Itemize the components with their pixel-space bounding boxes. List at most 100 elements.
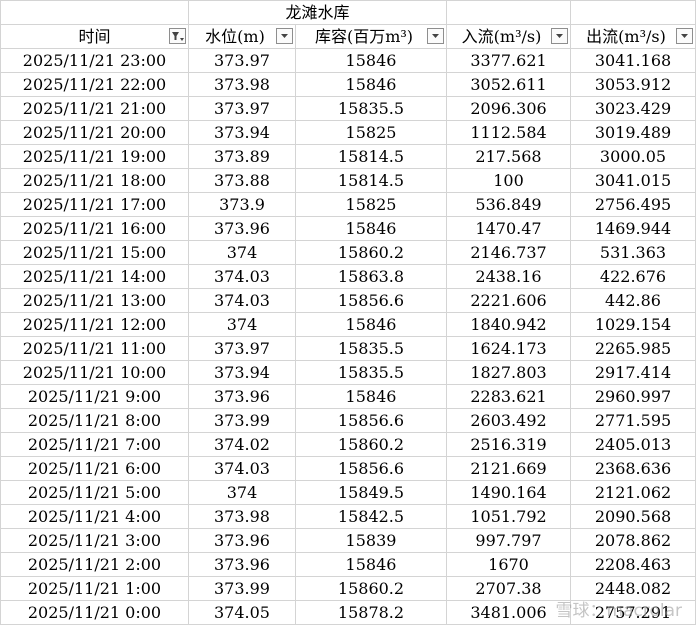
cell-outflow[interactable]: 422.676	[570, 264, 696, 289]
cell-outflow[interactable]: 1029.154	[570, 312, 696, 337]
cell-storage[interactable]: 15860.2	[295, 576, 447, 601]
cell-inflow[interactable]: 217.568	[446, 144, 571, 169]
cell-time[interactable]: 2025/11/21 17:00	[0, 192, 189, 217]
cell-water-level[interactable]: 374.03	[188, 264, 296, 289]
cell-water-level[interactable]: 374.03	[188, 456, 296, 481]
cell-storage[interactable]: 15863.8	[295, 264, 447, 289]
cell-time[interactable]: 2025/11/21 6:00	[0, 456, 189, 481]
cell-time[interactable]: 2025/11/21 13:00	[0, 288, 189, 313]
cell-water-level[interactable]: 374	[188, 312, 296, 337]
dropdown-arrow-icon[interactable]	[676, 28, 693, 44]
header-outflow[interactable]: 出流(m³/s)	[570, 24, 696, 49]
cell-outflow[interactable]: 2090.568	[570, 504, 696, 529]
cell-time[interactable]: 2025/11/21 5:00	[0, 480, 189, 505]
cell-storage[interactable]: 15878.2	[295, 600, 447, 625]
cell-outflow[interactable]: 2960.997	[570, 384, 696, 409]
cell-time[interactable]: 2025/11/21 8:00	[0, 408, 189, 433]
cell-storage[interactable]: 15825	[295, 192, 447, 217]
cell-water-level[interactable]: 374.02	[188, 432, 296, 457]
cell-outflow[interactable]: 3041.015	[570, 168, 696, 193]
cell-time[interactable]: 2025/11/21 12:00	[0, 312, 189, 337]
cell-inflow[interactable]: 3052.611	[446, 72, 571, 97]
cell-storage[interactable]: 15846	[295, 384, 447, 409]
cell-storage[interactable]: 15846	[295, 216, 447, 241]
cell-inflow[interactable]: 1112.584	[446, 120, 571, 145]
cell-water-level[interactable]: 374.03	[188, 288, 296, 313]
cell-outflow[interactable]: 2208.463	[570, 552, 696, 577]
cell-inflow[interactable]: 1670	[446, 552, 571, 577]
cell-inflow[interactable]: 2707.38	[446, 576, 571, 601]
cell-storage[interactable]: 15856.6	[295, 408, 447, 433]
cell-water-level[interactable]: 373.99	[188, 408, 296, 433]
cell-inflow[interactable]: 2096.306	[446, 96, 571, 121]
cell-inflow[interactable]: 2221.606	[446, 288, 571, 313]
cell-water-level[interactable]: 373.88	[188, 168, 296, 193]
cell-storage[interactable]: 15825	[295, 120, 447, 145]
cell-outflow[interactable]: 3041.168	[570, 48, 696, 73]
cell-time[interactable]: 2025/11/21 7:00	[0, 432, 189, 457]
cell-outflow[interactable]: 2757.291	[570, 600, 696, 625]
cell-storage[interactable]: 15814.5	[295, 144, 447, 169]
cell-inflow[interactable]: 2283.621	[446, 384, 571, 409]
cell-outflow[interactable]: 3053.912	[570, 72, 696, 97]
cell-inflow[interactable]: 2146.737	[446, 240, 571, 265]
cell-storage[interactable]: 15846	[295, 312, 447, 337]
cell-outflow[interactable]: 2368.636	[570, 456, 696, 481]
filter-active-icon[interactable]	[169, 28, 186, 44]
cell-water-level[interactable]: 373.96	[188, 216, 296, 241]
cell-time[interactable]: 2025/11/21 21:00	[0, 96, 189, 121]
cell-outflow[interactable]: 2756.495	[570, 192, 696, 217]
cell-outflow[interactable]: 442.86	[570, 288, 696, 313]
cell-storage[interactable]: 15839	[295, 528, 447, 553]
cell-water-level[interactable]: 373.96	[188, 528, 296, 553]
cell-time[interactable]: 2025/11/21 2:00	[0, 552, 189, 577]
cell-water-level[interactable]: 373.96	[188, 384, 296, 409]
cell-storage[interactable]: 15835.5	[295, 96, 447, 121]
cell-outflow[interactable]: 2405.013	[570, 432, 696, 457]
cell-outflow[interactable]: 3000.05	[570, 144, 696, 169]
cell-storage[interactable]: 15846	[295, 552, 447, 577]
title-blank-cell[interactable]	[446, 0, 571, 25]
cell-time[interactable]: 2025/11/21 16:00	[0, 216, 189, 241]
cell-water-level[interactable]: 373.96	[188, 552, 296, 577]
cell-inflow[interactable]: 2516.319	[446, 432, 571, 457]
cell-inflow[interactable]: 536.849	[446, 192, 571, 217]
cell-time[interactable]: 2025/11/21 9:00	[0, 384, 189, 409]
cell-water-level[interactable]: 374	[188, 240, 296, 265]
cell-storage[interactable]: 15814.5	[295, 168, 447, 193]
header-inflow[interactable]: 入流(m³/s)	[446, 24, 571, 49]
cell-water-level[interactable]: 373.94	[188, 360, 296, 385]
cell-time[interactable]: 2025/11/21 19:00	[0, 144, 189, 169]
title-blank-cell[interactable]	[0, 0, 189, 25]
cell-time[interactable]: 2025/11/21 10:00	[0, 360, 189, 385]
cell-water-level[interactable]: 373.99	[188, 576, 296, 601]
cell-water-level[interactable]: 373.98	[188, 72, 296, 97]
cell-outflow[interactable]: 2448.082	[570, 576, 696, 601]
cell-outflow[interactable]: 2078.862	[570, 528, 696, 553]
cell-time[interactable]: 2025/11/21 23:00	[0, 48, 189, 73]
cell-inflow[interactable]: 1827.803	[446, 360, 571, 385]
cell-time[interactable]: 2025/11/21 1:00	[0, 576, 189, 601]
cell-water-level[interactable]: 373.97	[188, 96, 296, 121]
cell-water-level[interactable]: 373.9	[188, 192, 296, 217]
cell-inflow[interactable]: 1840.942	[446, 312, 571, 337]
cell-time[interactable]: 2025/11/21 20:00	[0, 120, 189, 145]
cell-inflow[interactable]: 3481.006	[446, 600, 571, 625]
dropdown-arrow-icon[interactable]	[427, 28, 444, 44]
cell-water-level[interactable]: 373.94	[188, 120, 296, 145]
title-blank-cell[interactable]	[570, 0, 696, 25]
cell-storage[interactable]: 15846	[295, 72, 447, 97]
cell-inflow[interactable]: 1470.47	[446, 216, 571, 241]
cell-inflow[interactable]: 2603.492	[446, 408, 571, 433]
reservoir-title[interactable]: 龙滩水库	[188, 0, 447, 25]
header-water-level[interactable]: 水位(m)	[188, 24, 296, 49]
cell-outflow[interactable]: 2771.595	[570, 408, 696, 433]
cell-storage[interactable]: 15842.5	[295, 504, 447, 529]
cell-storage[interactable]: 15849.5	[295, 480, 447, 505]
dropdown-arrow-icon[interactable]	[276, 28, 293, 44]
cell-inflow[interactable]: 2121.669	[446, 456, 571, 481]
dropdown-arrow-icon[interactable]	[551, 28, 568, 44]
cell-storage[interactable]: 15856.6	[295, 288, 447, 313]
header-time[interactable]: 时间	[0, 24, 189, 49]
cell-water-level[interactable]: 374.05	[188, 600, 296, 625]
